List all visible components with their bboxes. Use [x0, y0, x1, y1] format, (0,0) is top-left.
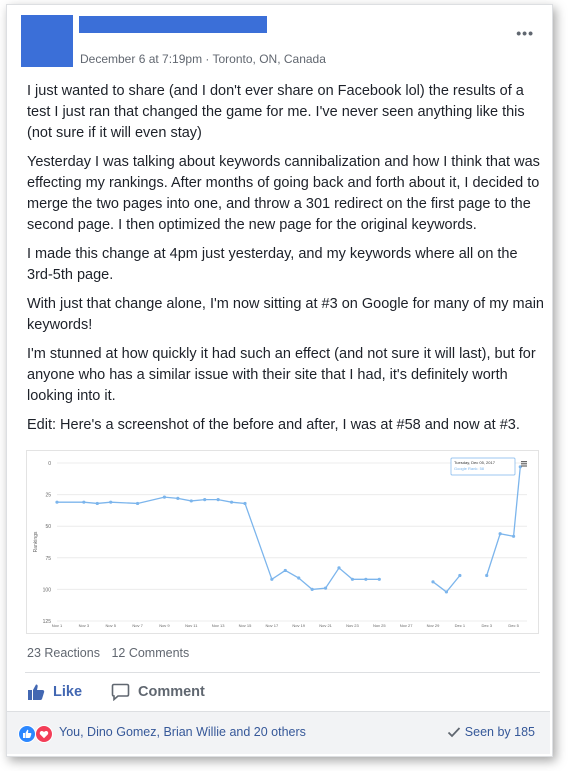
post-paragraph: Yesterday I was talking about keywords c…: [27, 154, 540, 233]
x-tick-label: Nov 15: [239, 623, 252, 628]
y-tick-label: 25: [45, 493, 51, 499]
x-tick-label: Nov 11: [185, 623, 198, 628]
y-tick-label: 0: [48, 461, 51, 467]
x-tick-label: Nov 27: [400, 623, 413, 628]
data-point: [189, 499, 193, 503]
x-tick-label: Dec 1: [455, 623, 466, 628]
seen-by-label: Seen by 185: [464, 725, 535, 739]
data-point: [444, 590, 449, 594]
comments-count[interactable]: 12 Comments: [111, 646, 189, 660]
y-tick-label: 100: [43, 587, 52, 593]
x-tick-label: Dec 3: [481, 623, 492, 628]
series-line: [486, 466, 521, 576]
tooltip-date: Tuesday, Dec 05, 2017: [454, 460, 496, 465]
data-point: [243, 501, 247, 506]
data-point: [109, 500, 113, 504]
x-tick-label: Nov 21: [319, 623, 332, 628]
post-paragraph: With just that change alone, I'm now sit…: [27, 296, 544, 333]
x-tick-label: Nov 3: [79, 623, 90, 628]
x-tick-label: Nov 19: [292, 623, 305, 628]
avatar[interactable]: [21, 15, 73, 67]
data-point: [498, 532, 502, 536]
data-point: [337, 566, 341, 570]
comment-button[interactable]: Comment: [111, 683, 205, 701]
x-tick-label: Nov 23: [346, 623, 359, 628]
data-point: [364, 577, 368, 581]
data-point: [162, 495, 167, 499]
data-point: [283, 568, 287, 573]
data-point: [323, 586, 328, 590]
data-point: [216, 498, 220, 502]
reactions-footer: You, Dino Gomez, Brian Willie and 20 oth…: [7, 711, 550, 754]
like-label: Like: [53, 684, 83, 700]
data-point: [270, 577, 274, 581]
like-button[interactable]: Like: [27, 683, 82, 701]
y-tick-label: 125: [43, 619, 52, 625]
post-meta[interactable]: December 6 at 7:19pm · Toronto, ON, Cana…: [80, 52, 326, 66]
reaction-icons[interactable]: [18, 725, 54, 743]
post-paragraph: I made this change at 4pm just yesterday…: [27, 246, 518, 283]
x-tick-label: Nov 13: [212, 623, 225, 628]
tooltip-value: Google Rank: 58: [454, 466, 485, 471]
data-point: [55, 500, 59, 504]
chart-menu-icon: [521, 465, 527, 467]
data-point: [203, 498, 207, 502]
y-axis-label: Rankings: [33, 531, 39, 552]
data-point: [176, 496, 180, 500]
x-tick-label: Nov 29: [427, 623, 440, 628]
post-paragraph: I just wanted to share (and I don't ever…: [27, 83, 525, 141]
post-paragraph: Edit: Here's a screenshot of the before …: [27, 417, 520, 433]
series-line: [57, 496, 380, 591]
x-tick-label: Nov 7: [132, 623, 143, 628]
thumbs-up-icon: [28, 684, 45, 700]
ranking-chart-image[interactable]: 0 25 50 75 100 125 Rankings Nov 1 Nov 3 Nov 5 Nov …: [26, 450, 539, 634]
author-name-redacted[interactable]: [79, 16, 267, 33]
data-point: [485, 573, 489, 578]
post-body: I just wanted to share (and I don't ever…: [27, 81, 547, 444]
data-point: [135, 501, 140, 506]
reactions-count[interactable]: 23 Reactions: [27, 646, 100, 660]
data-point: [350, 577, 355, 581]
data-point: [511, 534, 516, 538]
y-tick-label: 75: [45, 556, 51, 562]
x-tick-label: Nov 1: [52, 623, 63, 628]
ranking-chart: 0 25 50 75 100 125 Rankings Nov 1 Nov 3 Nov 5 Nov …: [33, 457, 527, 628]
post-card: December 6 at 7:19pm · Toronto, ON, Cana…: [6, 4, 553, 757]
engagement-stats: 23 Reactions 12 Comments: [27, 646, 197, 660]
divider: [25, 672, 540, 673]
checkmark-icon: [447, 727, 460, 738]
reactors-list[interactable]: You, Dino Gomez, Brian Willie and 20 oth…: [59, 725, 306, 739]
data-point: [229, 500, 234, 504]
more-options-icon[interactable]: •••: [516, 25, 534, 41]
y-tick-label: 50: [45, 524, 51, 530]
chart-menu-icon: [521, 463, 527, 465]
x-tick-label: Nov 25: [373, 623, 386, 628]
x-tick-label: Dec 5: [508, 623, 519, 628]
data-point: [310, 587, 314, 591]
data-point: [377, 577, 381, 581]
comment-icon: [111, 683, 130, 701]
data-point: [431, 580, 435, 584]
x-tick-label: Nov 5: [105, 623, 116, 628]
x-tick-label: Nov 17: [266, 623, 279, 628]
comment-label: Comment: [138, 684, 205, 700]
data-point: [458, 573, 462, 578]
seen-by[interactable]: Seen by 185: [447, 725, 535, 739]
data-point: [82, 500, 86, 504]
post-paragraph: I'm stunned at how quickly it had such a…: [27, 346, 536, 404]
data-point: [95, 501, 99, 506]
x-tick-label: Nov 9: [159, 623, 170, 628]
chart-menu-icon: [521, 461, 527, 463]
data-point: [297, 576, 301, 580]
